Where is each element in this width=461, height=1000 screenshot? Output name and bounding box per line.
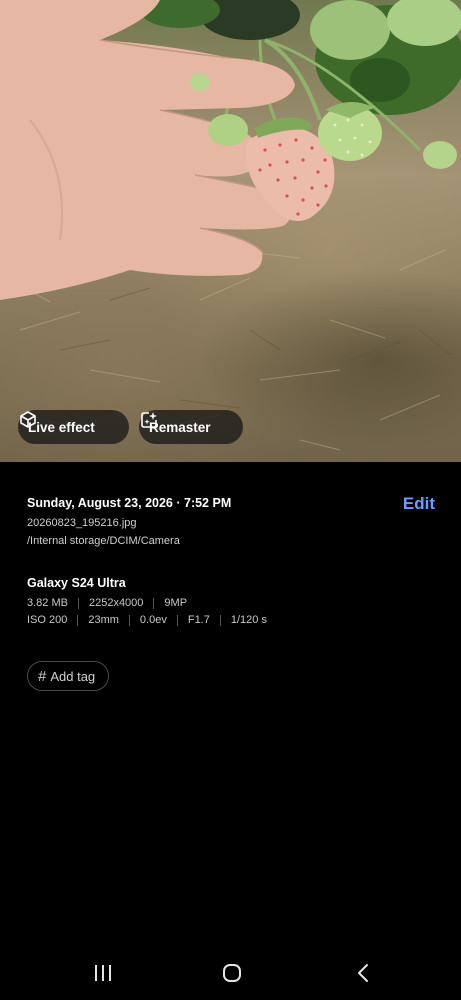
- divider: [77, 597, 79, 609]
- divider: [128, 614, 130, 626]
- shutter-speed: 1/120 s: [230, 614, 267, 626]
- add-tag-button[interactable]: # Add tag: [27, 661, 109, 691]
- divider: [219, 614, 221, 626]
- back-icon: [358, 964, 368, 982]
- photo-datetime: Sunday, August 23, 2026 · 7:52 PM: [27, 496, 232, 510]
- exposure-value: 0.0ev: [139, 614, 167, 626]
- device-name: Galaxy S24 Ultra: [27, 576, 126, 590]
- back-button[interactable]: [348, 960, 378, 986]
- resolution: 2252x4000: [88, 597, 144, 609]
- home-icon: [223, 964, 241, 982]
- live-effect-label: Live effect: [28, 419, 95, 435]
- remaster-icon: [141, 412, 157, 428]
- focal-length: 23mm: [88, 614, 119, 626]
- divider: [153, 597, 155, 609]
- file-name: 20260823_195216.jpg: [27, 517, 137, 529]
- divider: [176, 614, 178, 626]
- divider: [77, 614, 79, 626]
- camera-specs-row: ISO 200 23mm 0.0ev F1.7 1/120 s: [27, 614, 267, 626]
- file-specs-row: 3.82 MB 2252x4000 9MP: [27, 597, 187, 609]
- aperture: F1.7: [187, 614, 210, 626]
- remaster-button[interactable]: Remaster: [139, 410, 243, 444]
- file-size: 3.82 MB: [27, 597, 68, 609]
- file-path: /Internal storage/DCIM/Camera: [27, 535, 180, 547]
- hashtag-icon: #: [38, 667, 47, 685]
- live-effect-icon: [20, 411, 36, 428]
- recents-icon: [95, 965, 111, 981]
- photo-image: [0, 0, 461, 451]
- photo-viewer[interactable]: Live effect Remaster: [0, 0, 461, 462]
- edit-button[interactable]: Edit: [403, 494, 435, 514]
- live-effect-button[interactable]: Live effect: [18, 410, 129, 444]
- add-tag-label: Add tag: [50, 668, 96, 684]
- iso-value: ISO 200: [27, 614, 68, 626]
- recents-button[interactable]: [88, 960, 118, 986]
- megapixels: 9MP: [164, 597, 188, 609]
- home-button[interactable]: [217, 960, 247, 986]
- navigation-bar: [0, 948, 461, 1000]
